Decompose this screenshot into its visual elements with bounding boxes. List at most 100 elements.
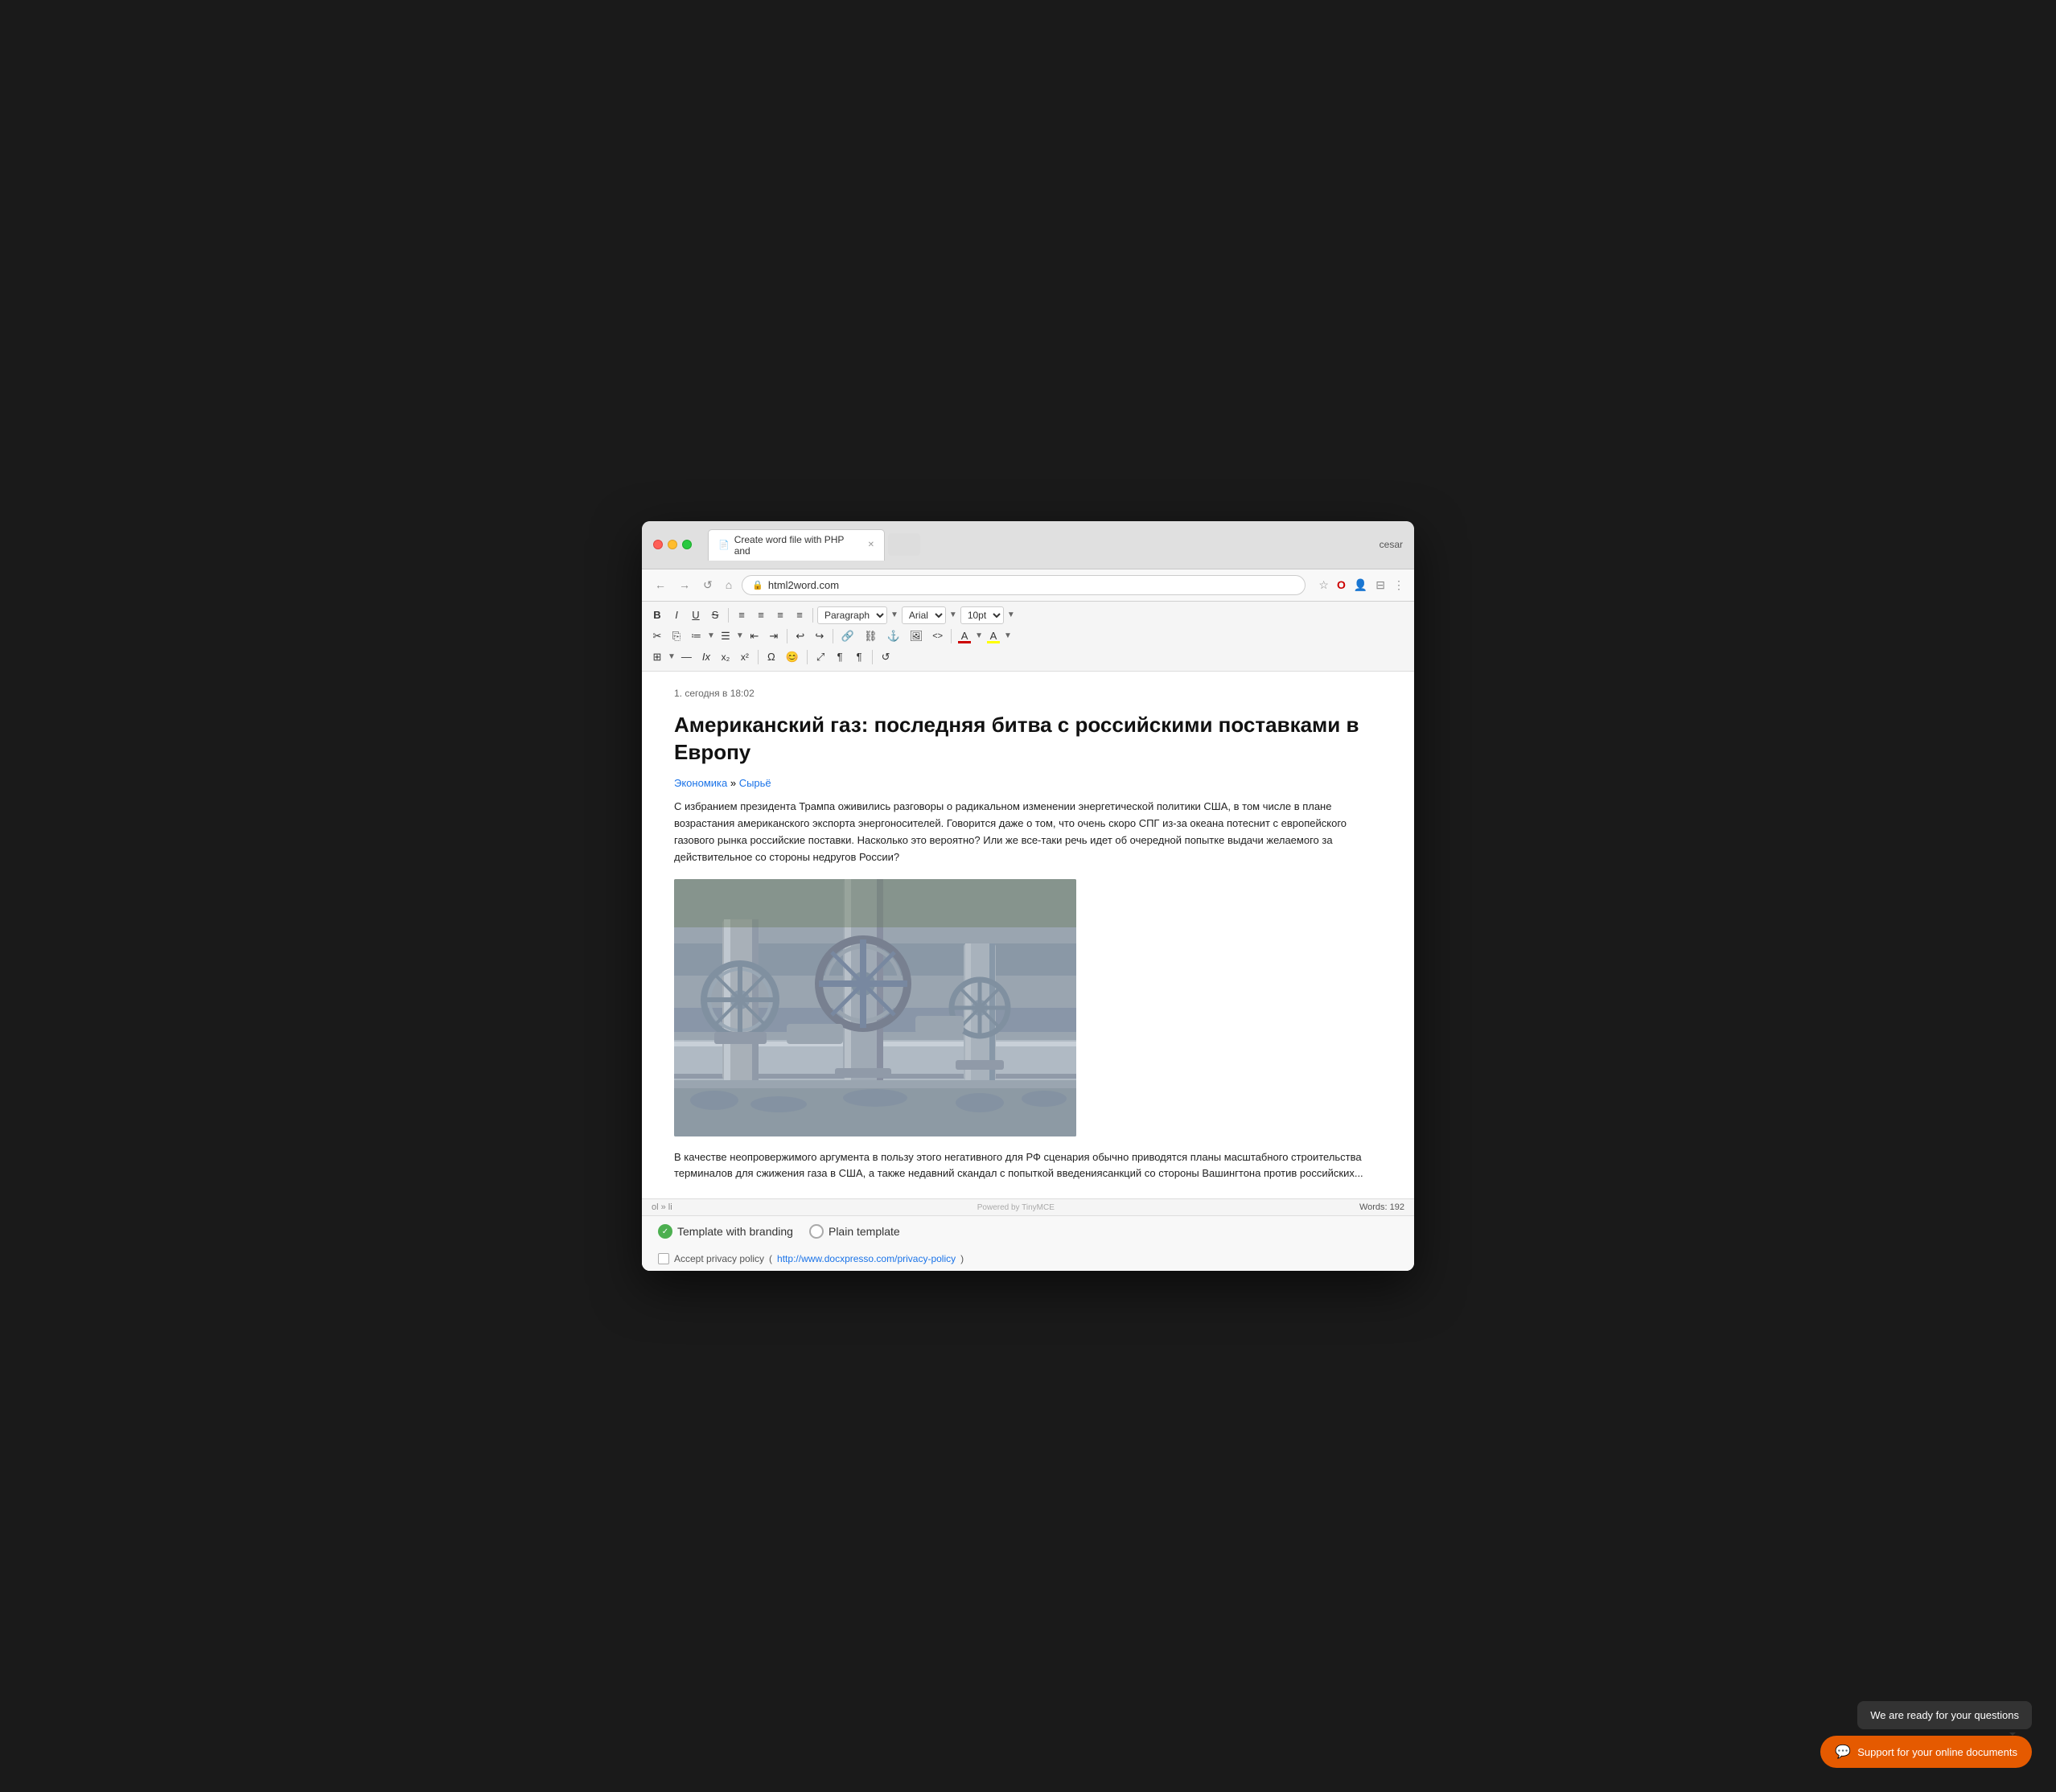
close-button[interactable] [653, 540, 663, 549]
editor-toolbar: B I U S ≡ ≡ ≡ ≡ Paragraph ▼ Arial ▼ [642, 602, 1414, 672]
bg-color-swatch [987, 641, 1000, 643]
maximize-button[interactable] [682, 540, 692, 549]
subscript-button[interactable]: x₂ [717, 649, 734, 665]
support-button[interactable]: 💬 Support for your online documents [1820, 1736, 2032, 1768]
forward-button[interactable]: → [676, 577, 693, 593]
active-tab[interactable]: 📄 Create word file with PHP and ✕ [708, 529, 885, 561]
privacy-checkbox[interactable] [658, 1253, 669, 1264]
editor-meta: 1. сегодня в 18:02 [674, 688, 1382, 699]
divider2 [812, 608, 813, 623]
profile-icon[interactable]: 👤 [1354, 578, 1367, 592]
template-plain-option[interactable]: Plain template [809, 1224, 900, 1239]
back-button[interactable]: ← [652, 577, 669, 593]
template-branding-option[interactable]: ✓ Template with branding [658, 1224, 793, 1239]
lock-icon: 🔒 [752, 580, 763, 590]
template-plain-label: Plain template [829, 1225, 900, 1238]
category-separator: » [730, 777, 739, 789]
new-tab-area [888, 533, 920, 556]
cut-button[interactable]: ✂ [648, 627, 666, 645]
copy-button[interactable]: ⎘ [668, 627, 685, 645]
opera-icon[interactable]: O [1337, 578, 1346, 591]
redo-button[interactable]: ↪ [811, 627, 829, 645]
text-color-button[interactable]: A [956, 627, 973, 644]
powered-by: Powered by TinyMCE [977, 1203, 1055, 1212]
indent-button[interactable]: ⇥ [765, 627, 783, 645]
support-chat-icon: 💬 [1835, 1744, 1851, 1760]
menu-icon[interactable]: ⋮ [1393, 578, 1404, 592]
unordered-list-button[interactable]: ≔ [687, 627, 705, 645]
traffic-lights [653, 540, 692, 549]
editor-area[interactable]: 1. сегодня в 18:02 Американский газ: пос… [642, 672, 1414, 1198]
text-color-arrow: ▼ [975, 631, 983, 640]
word-count-label: Words: [1359, 1202, 1388, 1212]
privacy-link[interactable]: http://www.docxpresso.com/privacy-policy [777, 1253, 956, 1264]
template-plain-radio[interactable] [809, 1224, 824, 1239]
superscript-button[interactable]: x² [736, 649, 754, 665]
size-select[interactable]: 10pt [960, 606, 1004, 624]
direction-button[interactable]: ¶ [850, 648, 868, 665]
tab-close-icon[interactable]: ✕ [868, 540, 874, 549]
bg-color-arrow: ▼ [1004, 631, 1012, 640]
privacy-bar: Accept privacy policy ( http://www.docxp… [642, 1247, 1414, 1271]
unlink-button[interactable]: ⛓ [860, 627, 882, 645]
fullscreen-button[interactable]: ⤢ [812, 648, 829, 666]
align-justify-button[interactable]: ≡ [791, 606, 808, 623]
table-button[interactable]: ⊞ [648, 648, 666, 666]
toolbar-row-1: B I U S ≡ ≡ ≡ ≡ Paragraph ▼ Arial ▼ [648, 605, 1408, 626]
tab-favicon: 📄 [718, 540, 730, 550]
url-text: html2word.com [768, 579, 839, 591]
link-button[interactable]: 🔗 [837, 627, 858, 645]
clear-format-button[interactable]: Ix [697, 648, 715, 665]
divider6 [758, 650, 759, 664]
minimize-icon[interactable]: ⊟ [1375, 578, 1385, 592]
article-title[interactable]: Американский газ: последняя битва с росс… [674, 712, 1382, 767]
article-text-bottom: В качестве неопровержимого аргумента в п… [674, 1149, 1382, 1183]
show-blocks-button[interactable]: ¶ [831, 648, 849, 665]
article-body-text: С избранием президента Трампа оживились … [674, 799, 1382, 865]
main-content: B I U S ≡ ≡ ≡ ≡ Paragraph ▼ Arial ▼ [642, 602, 1414, 1271]
emoji-button[interactable]: 😊 [782, 648, 803, 666]
align-right-button[interactable]: ≡ [771, 606, 789, 623]
category2-link[interactable]: Сырьё [739, 777, 771, 789]
font-select[interactable]: Arial [902, 606, 946, 624]
table-arrow: ▼ [668, 652, 676, 661]
toolbar-row-3: ⊞ ▼ — Ix x₂ x² Ω 😊 ⤢ ¶ ¶ ↺ [648, 647, 1408, 668]
window-user: cesar [1380, 539, 1403, 550]
url-bar[interactable]: 🔒 html2word.com [742, 575, 1306, 595]
address-right-icons: ☆ O 👤 ⊟ ⋮ [1318, 578, 1404, 592]
home-button[interactable]: ⌂ [722, 577, 735, 593]
outdent-button[interactable]: ⇤ [746, 627, 763, 645]
color-swatch [958, 641, 971, 643]
address-bar: ← → ↺ ⌂ 🔒 html2word.com ☆ O 👤 ⊟ ⋮ [642, 569, 1414, 602]
font-arrow: ▼ [949, 610, 957, 619]
template-branding-label: Template with branding [677, 1225, 793, 1238]
tab-bar: 📄 Create word file with PHP and ✕ [708, 529, 1371, 561]
underline-button[interactable]: U [687, 606, 705, 623]
size-arrow: ▼ [1007, 610, 1015, 619]
restore-button[interactable]: ↺ [877, 648, 894, 666]
bg-color-button[interactable]: A [985, 627, 1002, 644]
reload-button[interactable]: ↺ [700, 577, 716, 594]
paragraph-select[interactable]: Paragraph [817, 606, 887, 624]
ul-arrow: ▼ [707, 631, 715, 640]
article-image-container [674, 879, 1382, 1136]
special-char-button[interactable]: Ω [763, 648, 780, 665]
italic-button[interactable]: I [668, 606, 685, 623]
undo-button[interactable]: ↩ [792, 627, 809, 645]
minimize-button[interactable] [668, 540, 677, 549]
divider [728, 608, 729, 623]
support-button-label: Support for your online documents [1857, 1746, 2017, 1758]
anchor-button[interactable]: ⚓ [883, 627, 904, 645]
image-button[interactable]: 🖼 [906, 627, 927, 645]
bold-button[interactable]: B [648, 606, 666, 623]
bookmark-icon[interactable]: ☆ [1318, 578, 1329, 592]
strikethrough-button[interactable]: S [706, 606, 724, 623]
code-button[interactable]: <> [928, 629, 947, 643]
title-bar: 📄 Create word file with PHP and ✕ cesar [642, 521, 1414, 569]
ordered-list-button[interactable]: ☰ [717, 627, 734, 645]
align-center-button[interactable]: ≡ [752, 606, 770, 623]
align-left-button[interactable]: ≡ [733, 606, 750, 623]
category1-link[interactable]: Экономика [674, 777, 727, 789]
hr-button[interactable]: — [677, 648, 696, 665]
template-branding-radio[interactable]: ✓ [658, 1224, 672, 1239]
